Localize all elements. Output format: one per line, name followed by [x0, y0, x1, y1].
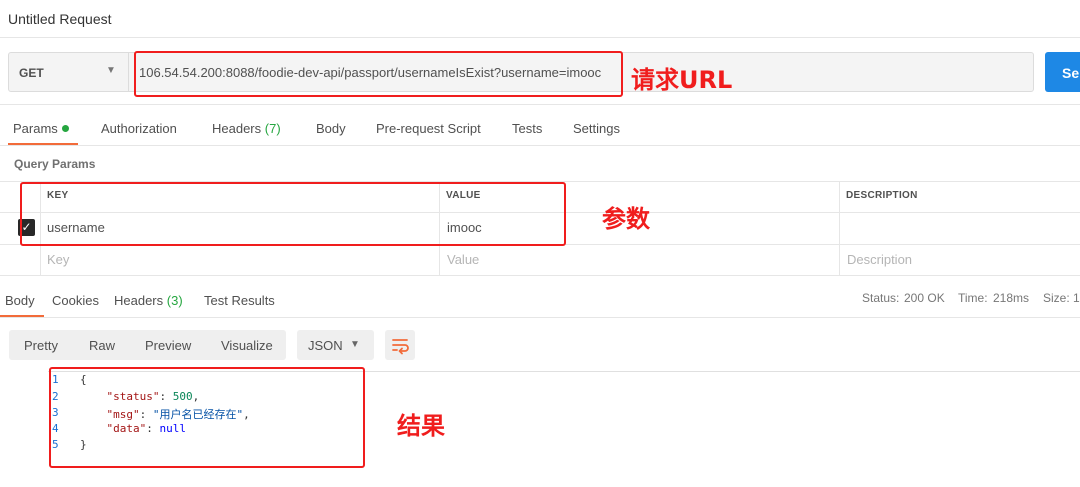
divider — [0, 317, 1080, 318]
result-annotation: 结果 — [397, 412, 445, 440]
tab-label: Tests — [512, 121, 543, 136]
divider — [0, 37, 1080, 38]
wrap-lines-button[interactable] — [385, 330, 415, 360]
pretty-button[interactable]: Pretty — [24, 338, 58, 353]
format-select-label: JSON — [308, 338, 343, 353]
tab-authorization[interactable]: Authorization — [101, 121, 177, 136]
tab-label: Settings — [573, 121, 620, 136]
status-value[interactable]: 200 OK — [904, 291, 945, 305]
tab-label: Authorization — [101, 121, 177, 136]
tab-label: Test Results — [204, 293, 275, 308]
tab-settings[interactable]: Settings — [573, 121, 620, 136]
chevron-down-icon: ▼ — [106, 65, 116, 76]
tab-pre-request-script[interactable]: Pre-request Script — [376, 121, 481, 136]
status-dot-icon — [61, 125, 69, 132]
tab-badge: (3) — [166, 293, 183, 308]
tab-label: Params — [13, 121, 58, 136]
tab-body[interactable]: Body — [316, 121, 346, 136]
response-tab-cookies[interactable]: Cookies — [52, 293, 99, 308]
url-highlight-box — [134, 51, 623, 97]
tab-label: Headers — [212, 121, 262, 136]
table-border — [0, 275, 1080, 276]
visualize-button[interactable]: Visualize — [221, 338, 273, 353]
section-title: Query Params — [14, 157, 96, 171]
raw-button[interactable]: Raw — [89, 338, 115, 353]
send-button-label: Se — [1062, 65, 1080, 81]
table-border — [839, 181, 840, 275]
time-label: Time: — [958, 291, 988, 305]
response-tab-headers[interactable]: Headers (3) — [114, 293, 183, 308]
new-param-description-input[interactable]: Description — [847, 252, 912, 267]
divider — [0, 104, 1080, 105]
tab-tests[interactable]: Tests — [512, 121, 542, 136]
column-header-description: DESCRIPTION — [846, 190, 918, 201]
tab-label: Body — [316, 121, 346, 136]
tab-label: Cookies — [52, 293, 99, 308]
size-label: Size: — [1043, 291, 1070, 305]
tab-label: Headers — [114, 293, 164, 308]
request-title[interactable]: Untitled Request — [8, 11, 112, 27]
params-annotation: 参数 — [602, 205, 650, 233]
url-annotation: 请求URL — [631, 66, 733, 94]
status-label: Status: — [862, 291, 900, 305]
response-tab-body[interactable]: Body — [5, 293, 35, 308]
wrap-lines-icon — [392, 339, 409, 355]
tab-headers[interactable]: Headers (7) — [212, 121, 281, 136]
params-highlight-box — [20, 182, 566, 246]
method-label: GET — [19, 66, 44, 80]
size-value[interactable]: 1 — [1073, 291, 1080, 305]
tab-label: Body — [5, 293, 35, 308]
response-tab-test-results[interactable]: Test Results — [204, 293, 275, 308]
chevron-down-icon: ▼ — [350, 339, 360, 350]
time-value[interactable]: 218ms — [993, 291, 1029, 305]
divider — [0, 145, 1080, 146]
tab-label: Pre-request Script — [376, 121, 481, 136]
new-param-value-input[interactable]: Value — [447, 252, 479, 267]
tab-badge: (7) — [264, 121, 281, 136]
new-param-key-input[interactable]: Key — [47, 252, 69, 267]
result-highlight-box — [49, 367, 365, 468]
tab-params[interactable]: Params — [13, 121, 69, 136]
preview-button[interactable]: Preview — [145, 338, 191, 353]
